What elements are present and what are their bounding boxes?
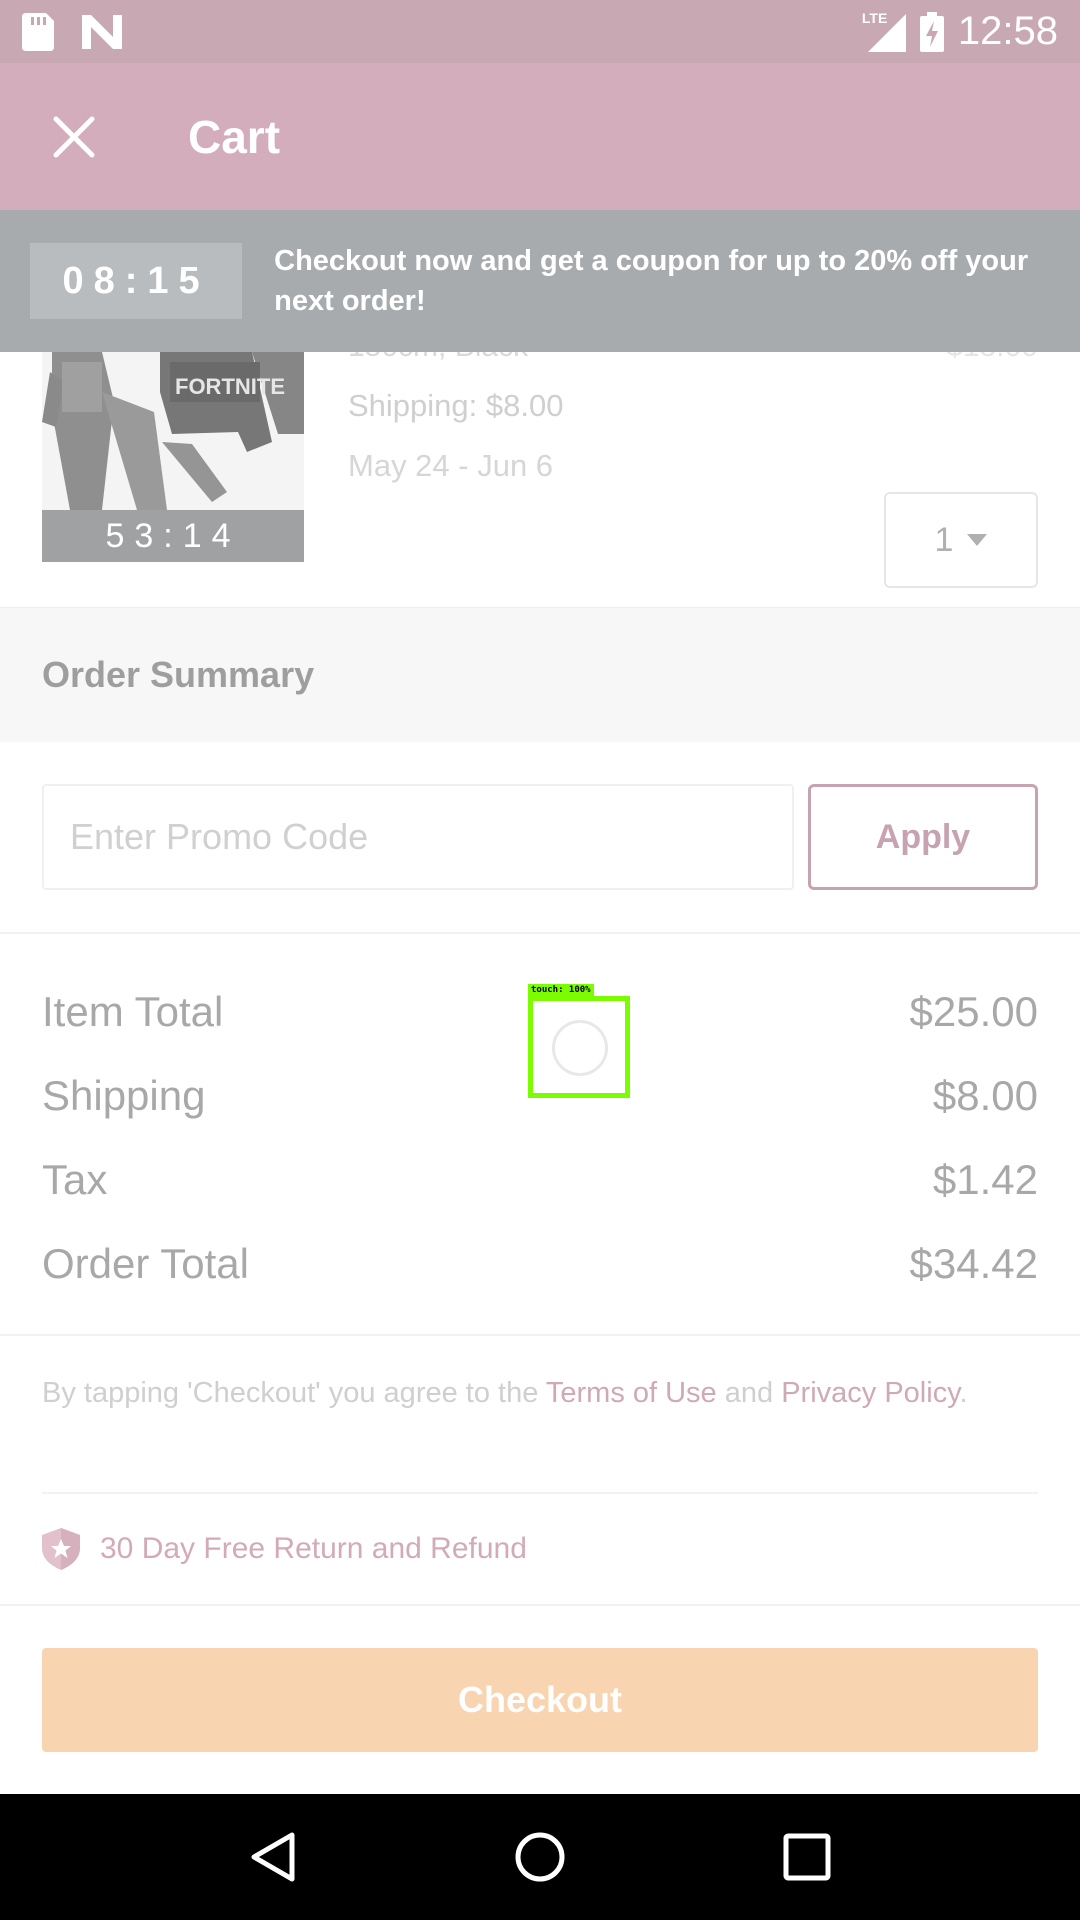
shipping-value: $8.00 — [932, 1072, 1038, 1119]
terms-notice: By tapping 'Checkout' you agree to the T… — [42, 1370, 1038, 1416]
coupon-banner: 08:15 Checkout now and get a coupon for … — [0, 210, 1080, 352]
n-notification-icon — [82, 14, 122, 49]
close-button[interactable] — [0, 63, 148, 210]
product-shipping: Shipping: $8.00 — [348, 388, 564, 423]
divider — [42, 1492, 1038, 1494]
system-nav-bar — [0, 1794, 1080, 1920]
back-triangle-icon — [251, 1832, 295, 1882]
order-summary-title: Order Summary — [42, 654, 315, 695]
quantity-dropdown[interactable]: 1 — [884, 492, 1038, 588]
privacy-policy-link[interactable]: Privacy Policy — [781, 1377, 959, 1409]
tax-row: Tax $1.42 — [42, 1156, 1038, 1204]
close-icon — [53, 116, 95, 157]
quantity-value: 1 — [934, 520, 954, 559]
home-button[interactable] — [500, 1817, 580, 1897]
item-total-label: Item Total — [42, 988, 224, 1035]
tax-label: Tax — [42, 1156, 108, 1203]
shield-star-icon — [42, 1528, 80, 1570]
item-total-value: $25.00 — [909, 988, 1038, 1035]
banner-countdown: 08:15 — [30, 243, 243, 319]
status-bar: LTE 12:58 — [0, 0, 1080, 63]
shipping-label: Shipping — [42, 1072, 206, 1119]
home-circle-icon — [515, 1832, 565, 1882]
lte-signal-icon: LTE — [862, 10, 906, 52]
terms-suffix: . — [959, 1377, 968, 1409]
product-variant: 150cm, Black — [348, 352, 528, 364]
order-summary-header: Order Summary — [0, 608, 1080, 742]
terms-and: and — [716, 1377, 782, 1409]
cart-item[interactable]: FORTNITE 53:14 150cm, Black $15.00 Shipp… — [0, 352, 1080, 608]
recents-button[interactable] — [767, 1817, 847, 1897]
banner-message: Checkout now and get a coupon for up to … — [274, 245, 1029, 317]
promo-section: Apply — [0, 742, 1080, 934]
svg-text:FORTNITE: FORTNITE — [175, 374, 285, 399]
promo-code-input[interactable] — [42, 784, 794, 890]
touch-ring — [552, 1020, 608, 1076]
divider — [0, 1604, 1080, 1606]
order-total-row: Order Total $34.42 — [42, 1240, 1038, 1288]
sd-card-icon — [22, 12, 54, 51]
return-policy-text: 30 Day Free Return and Refund — [100, 1532, 527, 1565]
return-policy[interactable]: 30 Day Free Return and Refund — [42, 1528, 527, 1570]
product-price: $15.00 — [946, 352, 1038, 364]
terms-of-use-link[interactable]: Terms of Use — [546, 1377, 717, 1409]
clock: 12:58 — [957, 9, 1058, 53]
app-bar: Cart — [0, 63, 1080, 210]
item-countdown: 53:14 — [42, 510, 304, 562]
product-image[interactable]: FORTNITE — [42, 352, 304, 510]
terms-prefix: By tapping 'Checkout' you agree to the — [42, 1377, 546, 1409]
caret-down-icon — [967, 534, 988, 546]
touch-indicator — [528, 996, 630, 1098]
page-title: Cart — [188, 110, 281, 163]
checkout-button[interactable]: Checkout — [42, 1648, 1038, 1752]
tax-value: $1.42 — [932, 1156, 1038, 1203]
recents-square-icon — [783, 1833, 831, 1881]
delivery-dates: May 24 - Jun 6 — [348, 448, 554, 483]
apply-button[interactable]: Apply — [808, 784, 1038, 890]
battery-charging-icon — [919, 11, 944, 52]
back-button[interactable] — [233, 1817, 313, 1897]
order-total-label: Order Total — [42, 1240, 249, 1287]
order-total-value: $34.42 — [909, 1240, 1038, 1287]
